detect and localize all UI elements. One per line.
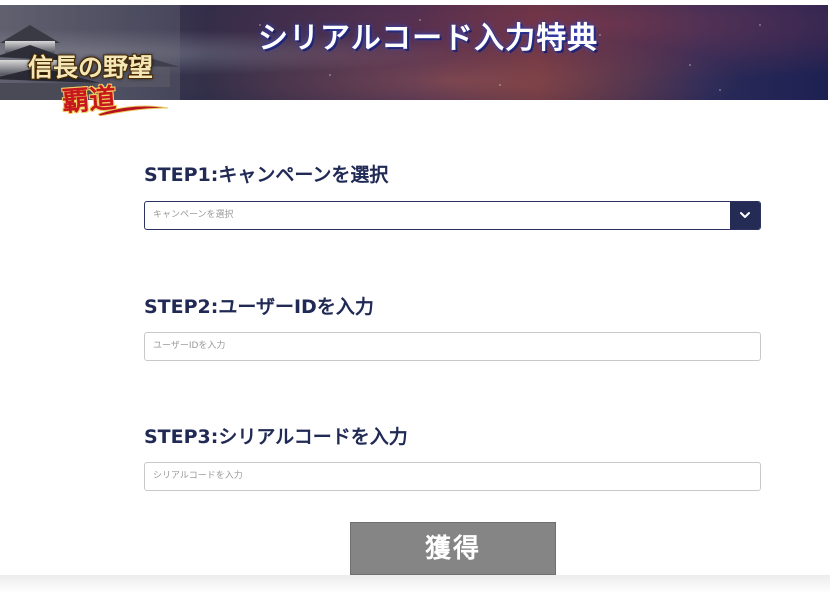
bottom-fade: [0, 575, 830, 594]
step3-heading: STEP3:シリアルコードを入力: [144, 426, 408, 448]
game-logo: 信長の野望 覇道: [28, 48, 178, 120]
step1-heading: STEP1:キャンペーンを選択: [144, 164, 389, 186]
serial-code-page: シリアルコード入力特典 信長の野望 覇道 STEP1:キャンペーンを選択 キャン…: [0, 0, 830, 594]
logo-swoosh: [98, 105, 168, 116]
user-id-placeholder: ユーザーIDを入力: [153, 341, 226, 351]
serial-code-input[interactable]: シリアルコードを入力: [144, 462, 761, 491]
user-id-input[interactable]: ユーザーIDを入力: [144, 332, 761, 361]
campaign-select[interactable]: キャンペーンを選択: [144, 201, 761, 230]
step2-heading: STEP2:ユーザーIDを入力: [144, 296, 374, 318]
chevron-down-icon: [740, 212, 750, 218]
obtain-button[interactable]: 獲得: [350, 522, 556, 575]
campaign-select-placeholder: キャンペーンを選択: [153, 210, 234, 220]
banner-title: シリアルコード入力特典: [258, 21, 599, 56]
serial-code-placeholder: シリアルコードを入力: [153, 471, 243, 481]
select-arrow-button[interactable]: [730, 202, 760, 229]
